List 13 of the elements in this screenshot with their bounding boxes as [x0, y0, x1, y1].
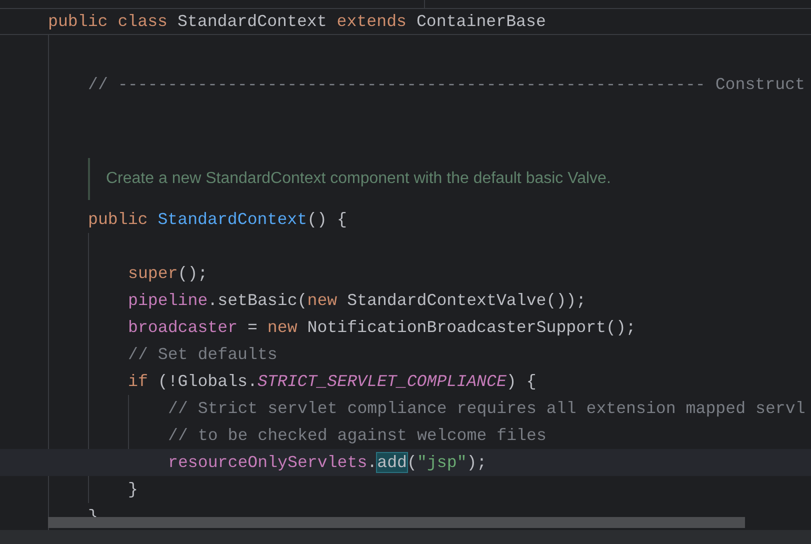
- code-line: if (!Globals.STRICT_SERVLET_COMPLIANCE) {: [128, 371, 538, 393]
- code-line: pipeline.setBasic(new StandardContextValve());: [128, 290, 588, 312]
- code-line: public StandardContext() {: [88, 209, 348, 231]
- code-line: // Set defaults: [128, 344, 278, 366]
- code-line: }: [128, 479, 139, 501]
- code-line: public class StandardContext extends ContainerBase: [48, 11, 546, 33]
- code-line: broadcaster = new NotificationBroadcasterSupport();: [128, 317, 637, 339]
- code-line: // to be checked against welcome files: [168, 425, 548, 447]
- horizontal-scrollbar[interactable]: [48, 517, 745, 528]
- code-line: // ----------------------------------------------------------- Construct: [88, 74, 806, 96]
- code-line: // Strict servlet compliance requires all extension mapped servl: [168, 398, 806, 420]
- code-line: super();: [128, 263, 209, 285]
- doc-comment: Create a new StandardContext component with the default basic Valve.: [106, 169, 611, 189]
